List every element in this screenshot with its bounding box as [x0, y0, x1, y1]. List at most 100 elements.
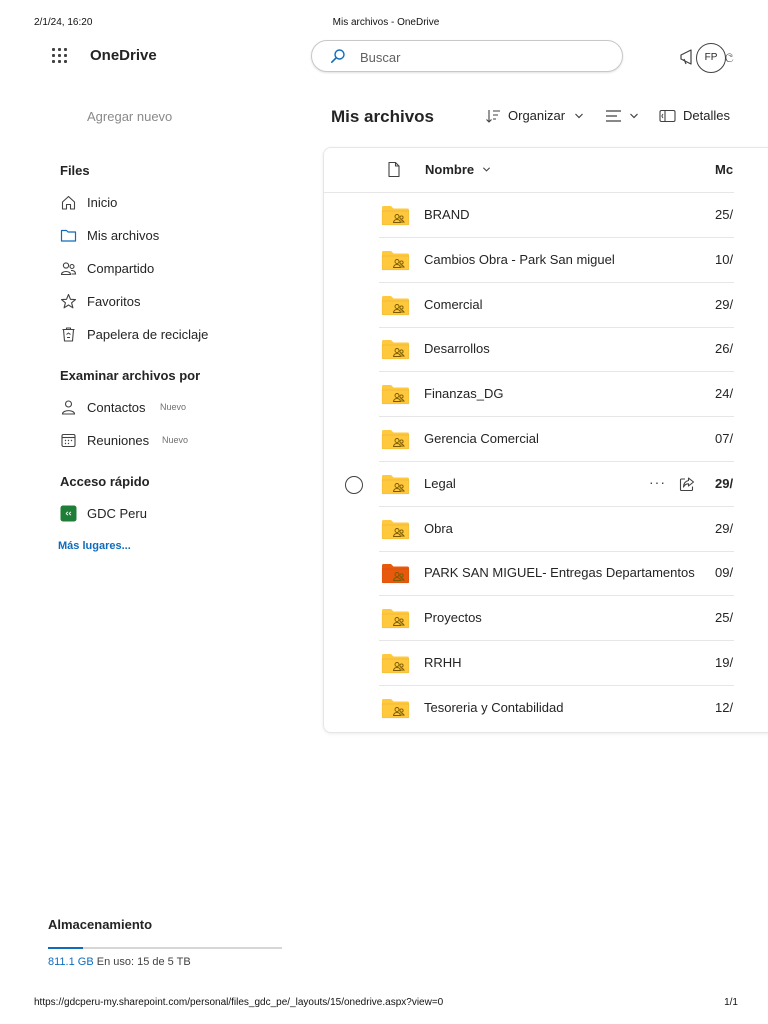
shared-folder-icon [381, 520, 410, 540]
modified-date: 12/ [715, 700, 734, 715]
more-places-link[interactable]: Más lugares... [58, 540, 131, 552]
site-icon [60, 505, 77, 522]
nav-item-papelera[interactable]: Papelera de reciclaje [60, 324, 300, 346]
app-launcher-icon[interactable] [52, 48, 68, 64]
shared-folder-icon [381, 296, 410, 316]
nav-item-compartido[interactable]: Compartido [60, 258, 300, 280]
modified-date: 10/ [715, 252, 734, 267]
nav-item-favoritos[interactable]: Favoritos [60, 291, 300, 313]
account-extra-icon[interactable]: ල [725, 50, 733, 63]
shared-folder-icon [381, 251, 410, 271]
row-select-checkbox[interactable] [345, 476, 363, 494]
modified-date: 25/ [715, 610, 734, 625]
chevron-down-icon [575, 113, 583, 119]
modified-date: 25/ [715, 207, 734, 222]
modified-date: 29/ [715, 476, 734, 491]
person-icon [61, 400, 76, 415]
quick-access-heading: Acceso rápido [60, 474, 150, 489]
shared-folder-icon [381, 654, 410, 674]
share-icon[interactable] [679, 476, 695, 492]
file-type-icon[interactable] [386, 161, 402, 178]
storage-progress-bar [48, 947, 282, 949]
table-row[interactable]: Comercial 29/ [379, 283, 734, 328]
file-name[interactable]: Desarrollos [424, 341, 490, 356]
table-row[interactable]: Tesoreria y Contabilidad 12/ [379, 686, 734, 730]
table-row[interactable]: Desarrollos 26/ [379, 327, 734, 372]
file-name[interactable]: Proyectos [424, 610, 482, 625]
file-list-header: Nombre Mc [323, 147, 734, 193]
details-label: Detalles [683, 108, 730, 123]
more-options-icon[interactable]: ··· [649, 474, 666, 490]
column-header-name[interactable]: Nombre [425, 162, 491, 177]
file-name[interactable]: Cambios Obra - Park San miguel [424, 252, 615, 267]
search-input[interactable] [358, 46, 602, 68]
nav-item-reuniones[interactable]: Reuniones Nuevo [60, 430, 300, 452]
avatar[interactable]: FP [696, 43, 726, 73]
nav-item-label: Mis archivos [87, 228, 160, 243]
column-header-name-label: Nombre [425, 162, 475, 177]
sort-button[interactable]: Organizar [485, 107, 585, 127]
file-name[interactable]: Comercial [424, 297, 483, 312]
list-view-icon [606, 110, 621, 122]
table-row[interactable]: Proyectos 25/ [379, 596, 734, 641]
calendar-icon [61, 433, 76, 448]
storage-usage-text[interactable]: 811.1 GB En uso: 15 de 5 TB [48, 956, 191, 968]
sort-icon [486, 110, 500, 123]
storage-progress-fill [48, 947, 84, 949]
chevron-down-icon [482, 167, 490, 172]
nav-item-label: Reuniones [87, 433, 150, 448]
shared-folder-icon [381, 699, 410, 719]
file-name[interactable]: Tesoreria y Contabilidad [424, 700, 563, 715]
nav-item-label: Inicio [87, 195, 118, 210]
table-row[interactable]: Finanzas_DG 24/ [379, 372, 734, 417]
nav-item-inicio[interactable]: Inicio [60, 192, 300, 214]
table-row[interactable]: Legal 29/ ··· [379, 462, 734, 507]
file-name[interactable]: Obra [424, 521, 453, 536]
search-box[interactable] [311, 40, 623, 72]
table-row[interactable]: Obra 29/ [379, 507, 734, 552]
file-list: Nombre Mc BRAND 25/Cambios Obra - Park Sa… [323, 147, 734, 733]
table-row[interactable]: Cambios Obra - Park San miguel 10/ [379, 238, 734, 283]
table-row[interactable]: PARK SAN MIGUEL- Entregas Departamentos 0… [379, 551, 734, 596]
modified-date: 29/ [715, 297, 734, 312]
file-name[interactable]: Legal [424, 476, 456, 491]
nav-item-contactos[interactable]: Contactos Nuevo [60, 397, 300, 419]
table-row[interactable]: RRHH 19/ [379, 641, 734, 686]
modified-date: 26/ [715, 341, 734, 356]
print-header: 2/1/24, 16:20 Mis archivos - OneDrive [34, 17, 738, 31]
nav-item-gdc-peru[interactable]: GDC Peru [60, 503, 300, 525]
details-button[interactable]: Detalles [659, 107, 734, 127]
table-row[interactable]: BRAND 25/ [379, 193, 734, 238]
app-name[interactable]: OneDrive [90, 47, 157, 64]
nav-item-mis-archivos[interactable]: Mis archivos [60, 225, 300, 247]
view-options-button[interactable] [605, 107, 641, 127]
modified-date: 09/ [715, 565, 734, 580]
file-name[interactable]: Finanzas_DG [424, 386, 503, 401]
file-name[interactable]: PARK SAN MIGUEL- Entregas Departamentos [424, 565, 695, 580]
shared-folder-icon [381, 430, 410, 450]
file-name[interactable]: Gerencia Comercial [424, 431, 539, 446]
print-page-count: 1/1 [724, 997, 738, 1008]
column-header-modified[interactable]: Mc [715, 162, 733, 177]
modified-date: 29/ [715, 521, 734, 536]
sort-label: Organizar [508, 108, 566, 123]
search-icon [330, 49, 345, 63]
table-row[interactable]: Gerencia Comercial 07/ [379, 417, 734, 462]
print-url: https://gdcperu-my.sharepoint.com/person… [34, 997, 444, 1008]
file-name[interactable]: BRAND [424, 207, 470, 222]
print-title: Mis archivos - OneDrive [332, 17, 440, 28]
shared-folder-icon [381, 609, 410, 629]
shared-folder-icon [381, 475, 410, 495]
nav-item-label: Papelera de reciclaje [87, 327, 209, 342]
add-new-button[interactable]: Agregar nuevo [87, 109, 172, 124]
storage-used: 811.1 GB [48, 956, 94, 968]
modified-date: 07/ [715, 431, 734, 446]
new-badge: Nuevo [160, 402, 187, 412]
modified-date: 19/ [715, 655, 734, 670]
shared-folder-icon [381, 564, 410, 584]
page-title: Mis archivos [331, 107, 434, 126]
folder-icon [60, 229, 77, 242]
print-footer: https://gdcperu-my.sharepoint.com/person… [34, 997, 738, 1011]
file-name[interactable]: RRHH [424, 655, 462, 670]
nav-item-label: GDC Peru [87, 506, 147, 521]
